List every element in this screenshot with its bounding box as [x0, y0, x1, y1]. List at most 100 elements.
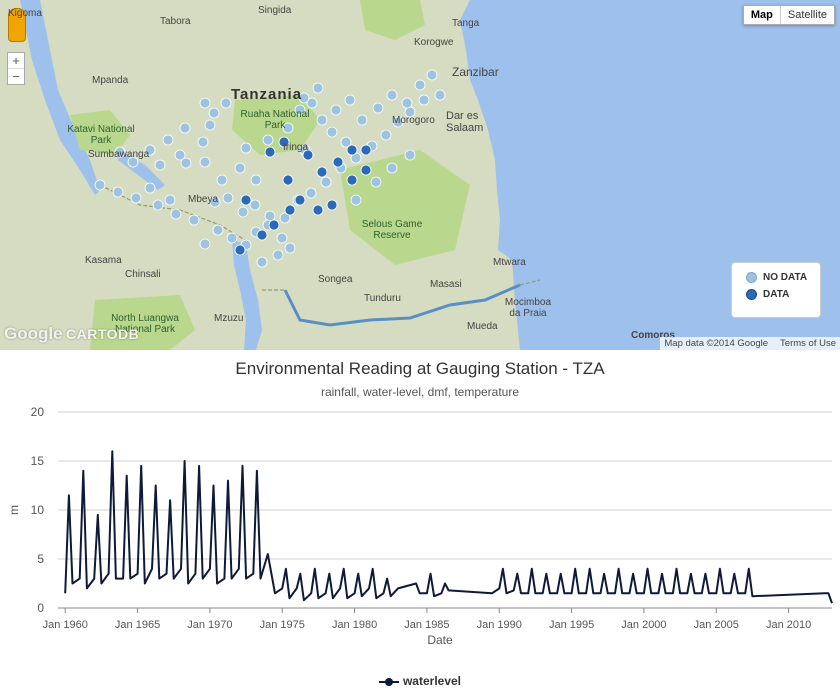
station-data-marker[interactable] — [316, 166, 328, 178]
map-type-satellite-button[interactable]: Satellite — [781, 6, 834, 24]
station-data-marker[interactable] — [264, 146, 276, 158]
station-no-data-marker[interactable] — [199, 238, 211, 250]
station-no-data-marker[interactable] — [152, 199, 164, 211]
station-no-data-marker[interactable] — [312, 82, 324, 94]
town-label: Zanzibar — [452, 65, 499, 79]
map-type-map-button[interactable]: Map — [744, 6, 781, 24]
x-tick-label: Jan 2010 — [766, 619, 811, 631]
legend-series-label: waterlevel — [402, 674, 462, 688]
station-no-data-marker[interactable] — [418, 94, 430, 106]
station-no-data-marker[interactable] — [380, 129, 392, 141]
station-no-data-marker[interactable] — [386, 162, 398, 174]
station-no-data-marker[interactable] — [226, 232, 238, 244]
station-no-data-marker[interactable] — [204, 119, 216, 131]
station-data-marker[interactable] — [268, 219, 280, 231]
station-no-data-marker[interactable] — [94, 179, 106, 191]
station-no-data-marker[interactable] — [162, 134, 174, 146]
station-no-data-marker[interactable] — [372, 102, 384, 114]
station-no-data-marker[interactable] — [262, 134, 274, 146]
town-label: Mtwara — [493, 257, 526, 268]
y-axis-label: m — [7, 505, 21, 515]
station-no-data-marker[interactable] — [320, 176, 332, 188]
station-no-data-marker[interactable] — [208, 107, 220, 119]
station-no-data-marker[interactable] — [237, 206, 249, 218]
map-panel[interactable]: + − Map Satellite Tanzania Kigoma Tabora… — [0, 0, 840, 350]
station-no-data-marker[interactable] — [240, 142, 252, 154]
station-data-marker[interactable] — [326, 199, 338, 211]
map-canvas[interactable] — [0, 0, 840, 350]
town-label: Singida — [258, 5, 292, 16]
station-data-marker[interactable] — [240, 194, 252, 206]
country-label: Tanzania — [231, 86, 303, 103]
station-data-marker[interactable] — [346, 174, 358, 186]
station-data-marker[interactable] — [234, 244, 246, 256]
town-label: Mzuzu — [214, 313, 244, 324]
station-no-data-marker[interactable] — [212, 224, 224, 236]
terms-of-use-link[interactable]: Terms of Use — [780, 338, 836, 349]
station-no-data-marker[interactable] — [222, 192, 234, 204]
station-no-data-marker[interactable] — [216, 174, 228, 186]
station-no-data-marker[interactable] — [370, 176, 382, 188]
x-tick-label: Jan 1965 — [115, 619, 160, 631]
station-no-data-marker[interactable] — [199, 97, 211, 109]
station-no-data-marker[interactable] — [250, 174, 262, 186]
station-no-data-marker[interactable] — [249, 199, 261, 211]
town-label: Morogoro — [392, 115, 435, 126]
station-data-marker[interactable] — [332, 156, 344, 168]
station-data-marker[interactable] — [360, 164, 372, 176]
map-type-control[interactable]: Map Satellite — [742, 5, 835, 25]
station-no-data-marker[interactable] — [130, 192, 142, 204]
station-no-data-marker[interactable] — [154, 159, 166, 171]
zoom-in-button[interactable]: + — [8, 53, 24, 68]
series-marker-icon — [378, 677, 399, 686]
y-tick-label: 10 — [31, 503, 45, 517]
station-no-data-marker[interactable] — [112, 186, 124, 198]
station-no-data-marker[interactable] — [404, 149, 416, 161]
station-no-data-marker[interactable] — [264, 210, 276, 222]
station-no-data-marker[interactable] — [326, 126, 338, 138]
station-no-data-marker[interactable] — [401, 97, 413, 109]
station-no-data-marker[interactable] — [434, 89, 446, 101]
station-no-data-marker[interactable] — [179, 122, 191, 134]
zoom-out-button[interactable]: − — [8, 68, 24, 84]
station-data-marker[interactable] — [294, 194, 306, 206]
station-no-data-marker[interactable] — [350, 194, 362, 206]
station-no-data-marker[interactable] — [256, 256, 268, 268]
chart-legend[interactable]: waterlevel — [0, 674, 840, 688]
station-no-data-marker[interactable] — [356, 114, 368, 126]
station-no-data-marker[interactable] — [197, 136, 209, 148]
x-tick-label: Jan 1995 — [549, 619, 594, 631]
station-no-data-marker[interactable] — [316, 114, 328, 126]
legend-no-data-label: NO DATA — [763, 272, 808, 283]
station-data-marker[interactable] — [312, 204, 324, 216]
station-no-data-marker[interactable] — [426, 69, 438, 81]
station-no-data-marker[interactable] — [330, 104, 342, 116]
station-no-data-marker[interactable] — [344, 94, 356, 106]
chart-plot[interactable]: 0 5 10 15 20 Jan 1960 Jan 1965 Jan 1970 Jan 1975… — [0, 350, 840, 670]
town-label: Tunduru — [364, 293, 401, 304]
station-no-data-marker[interactable] — [284, 242, 296, 254]
station-data-marker[interactable] — [346, 144, 358, 156]
station-no-data-marker[interactable] — [305, 187, 317, 199]
station-data-marker[interactable] — [282, 174, 294, 186]
station-no-data-marker[interactable] — [170, 208, 182, 220]
park-label: Selous Game Reserve — [361, 219, 423, 241]
station-no-data-marker[interactable] — [272, 249, 284, 261]
station-no-data-marker[interactable] — [234, 162, 246, 174]
x-axis-label: Date — [427, 633, 453, 647]
station-no-data-marker[interactable] — [199, 156, 211, 168]
legend-row-no-data: NO DATA — [732, 272, 820, 283]
station-no-data-marker[interactable] — [220, 97, 232, 109]
station-no-data-marker[interactable] — [414, 79, 426, 91]
station-data-marker[interactable] — [360, 144, 372, 156]
station-no-data-marker[interactable] — [144, 182, 156, 194]
station-no-data-marker[interactable] — [188, 214, 200, 226]
town-label: Songea — [318, 274, 353, 285]
station-data-marker[interactable] — [256, 229, 268, 241]
zoom-control[interactable]: + − — [7, 52, 25, 85]
station-no-data-marker[interactable] — [276, 232, 288, 244]
station-no-data-marker[interactable] — [386, 89, 398, 101]
station-no-data-marker[interactable] — [164, 194, 176, 206]
station-data-marker[interactable] — [284, 204, 296, 216]
station-no-data-marker[interactable] — [180, 157, 192, 169]
